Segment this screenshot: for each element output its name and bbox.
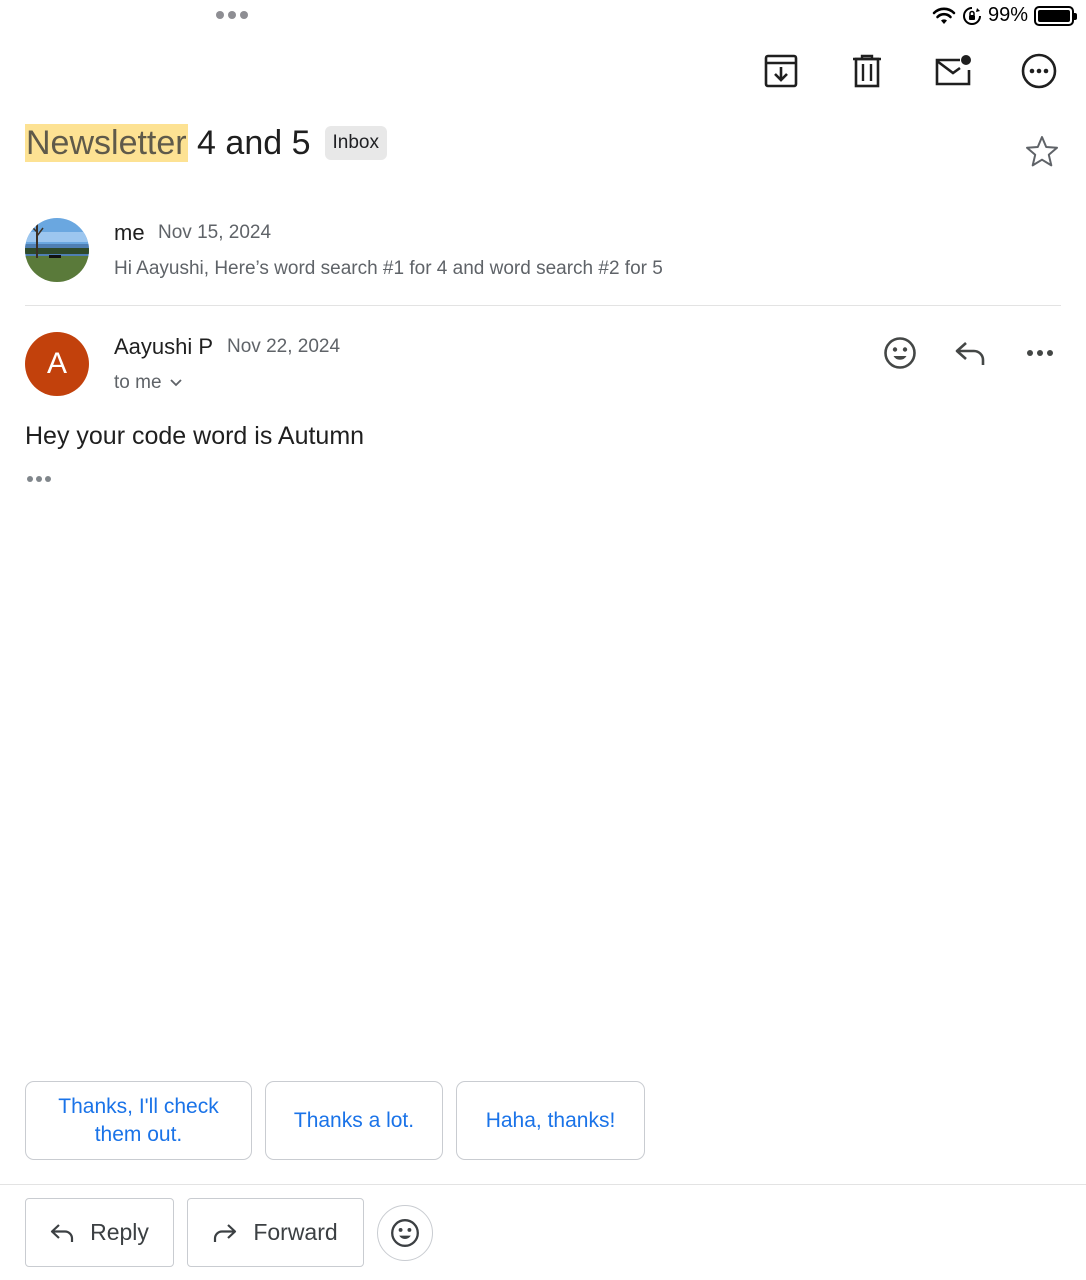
forward-label: Forward: [253, 1219, 338, 1245]
archive-icon: [764, 54, 798, 88]
more-circle-icon: [1021, 53, 1057, 89]
message-date: Nov 15, 2024: [158, 222, 272, 243]
multitasking-handle[interactable]: [216, 11, 248, 19]
forward-button[interactable]: Forward: [187, 1198, 364, 1267]
recipient-label: to me: [114, 372, 162, 393]
email-subject: Newsletter 4 and 5: [25, 122, 311, 164]
reply-button[interactable]: [949, 332, 991, 374]
sender-name: Aayushi P: [114, 334, 214, 359]
status-bar: 99%: [0, 0, 1086, 34]
recipient-details-toggle[interactable]: to me: [114, 372, 182, 394]
subject-search-highlight: Newsletter: [25, 124, 188, 162]
archive-button[interactable]: [758, 48, 804, 94]
subject-text: 4 and 5: [187, 124, 311, 162]
smart-reply-chip[interactable]: Thanks a lot.: [265, 1081, 443, 1160]
avatar: [25, 218, 89, 282]
inbox-label-chip[interactable]: Inbox: [324, 126, 387, 160]
wifi-icon: [932, 7, 956, 24]
star-icon: [1026, 136, 1058, 167]
reply-icon: [955, 342, 985, 365]
emoji-icon: [391, 1218, 419, 1247]
email-toolbar: [758, 48, 1062, 94]
smart-replies: Thanks, I'll check them out. Thanks a lo…: [25, 1081, 645, 1160]
more-options-button[interactable]: [1016, 48, 1062, 94]
emoji-reaction-button[interactable]: [377, 1204, 433, 1261]
chevron-down-icon: [169, 379, 182, 387]
emoji-icon: [884, 337, 916, 369]
reply-bottom-button[interactable]: Reply: [25, 1198, 174, 1267]
show-trimmed-content-button[interactable]: [27, 476, 51, 482]
forward-icon: [214, 1223, 237, 1242]
message-snippet: Hi Aayushi, Here’s word search #1 for 4 …: [114, 258, 663, 279]
battery-percentage: 99%: [987, 4, 1028, 26]
divider: [0, 1184, 1086, 1185]
more-horizontal-icon: [1027, 350, 1053, 356]
mark-unread-icon: [935, 55, 971, 86]
smart-reply-chip[interactable]: Haha, thanks!: [456, 1081, 645, 1160]
message-more-button[interactable]: [1019, 332, 1061, 374]
status-indicators: 99%: [932, 4, 1077, 27]
message-date: Nov 22, 2024: [227, 336, 341, 357]
avatar[interactable]: A: [25, 332, 89, 396]
message-collapsed[interactable]: me Nov 15, 2024 Hi Aayushi, Here’s word …: [25, 216, 1061, 306]
message-body: Hey your code word is Autumn: [25, 422, 365, 450]
bottom-action-bar: Reply Forward: [25, 1198, 433, 1267]
trash-icon: [853, 54, 881, 88]
reply-label: Reply: [90, 1219, 149, 1245]
reply-icon: [50, 1223, 74, 1242]
orientation-lock-icon: [963, 6, 981, 25]
subject-row: Newsletter 4 and 5 Inbox: [25, 122, 387, 164]
mark-unread-button[interactable]: [930, 48, 976, 94]
delete-button[interactable]: [844, 48, 890, 94]
message-actions: [879, 332, 1061, 374]
avatar-photo-landscape: [25, 218, 89, 282]
battery-icon: [1034, 5, 1077, 26]
sender-name: me: [114, 220, 145, 245]
add-reaction-button[interactable]: [879, 332, 921, 374]
star-button[interactable]: [1024, 134, 1060, 170]
smart-reply-chip[interactable]: Thanks, I'll check them out.: [25, 1081, 252, 1160]
